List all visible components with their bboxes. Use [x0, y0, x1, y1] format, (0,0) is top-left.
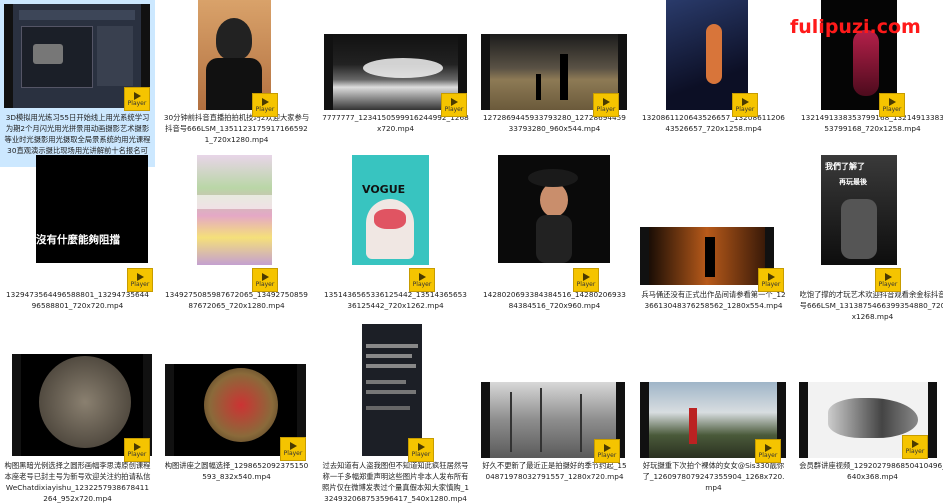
- file-item[interactable]: Player 兵马俑还没有正式出作品间请参看第一个_12366130483762…: [636, 155, 791, 311]
- play-icon: Player: [252, 268, 278, 292]
- thumbnail[interactable]: Player: [477, 0, 632, 117]
- file-name: 1428020693384384516_1428020693384384516_…: [483, 290, 626, 310]
- file-name: 1349275085987672065_1349275085987672065_…: [165, 290, 308, 310]
- thumb-caption: VOGUE: [362, 183, 406, 196]
- file-item[interactable]: VOGUE Player 1351436565336125442_1351436…: [318, 155, 473, 311]
- play-icon: Player: [879, 93, 905, 117]
- play-icon: Player: [758, 268, 784, 292]
- thumbnail[interactable]: Player: [636, 348, 791, 463]
- watermark-text: fulipuzi.com: [790, 16, 921, 38]
- file-item[interactable]: Player 1272869445933793280_1272869445933…: [477, 0, 632, 134]
- thumbnail[interactable]: VOGUE Player: [318, 155, 473, 292]
- file-name: 1321491338353799168_1321491338353799168_…: [801, 113, 943, 133]
- file-item[interactable]: Player 好久不更新了最近正是拍摄好的季节约起_15048719780327…: [477, 348, 632, 482]
- file-name: 1351436565336125442_1351436565336125442_…: [324, 290, 467, 310]
- thumbnail[interactable]: Player: [159, 348, 314, 461]
- thumbnail[interactable]: Player: [636, 0, 791, 117]
- file-item[interactable]: 沒有什麼能夠阻擋 Player 1329473564496588801_1329…: [0, 155, 155, 311]
- play-icon: Player: [441, 93, 467, 117]
- play-icon: Player: [408, 438, 434, 462]
- file-name: 1320861120643526657_1320861120643526657_…: [642, 113, 785, 133]
- file-item[interactable]: Player 1349275085987672065_1349275085987…: [159, 155, 314, 311]
- thumb-caption: 我們了解了: [825, 162, 865, 171]
- thumbnail[interactable]: Player: [636, 155, 791, 292]
- play-icon: Player: [875, 268, 901, 292]
- thumbnail[interactable]: Player: [159, 155, 314, 292]
- file-name: 好玩摄重下次拍个裸体的女女@Sis330靓你了_1260978079247355…: [642, 461, 785, 492]
- file-name: 过去知道有人盗我图但不知道知此疯狂居然号称一千多幅郑重声明这些图片非本人发布所有…: [322, 461, 469, 503]
- thumb-caption: 沒有什麼能夠阻擋: [36, 234, 120, 246]
- thumbnail[interactable]: Player: [0, 348, 155, 462]
- thumbnail[interactable]: Player: [477, 348, 632, 463]
- play-icon: Player: [732, 93, 758, 117]
- thumb-caption: 再玩最後: [839, 178, 867, 186]
- thumbnail[interactable]: 沒有什麼能夠阻擋 Player: [0, 155, 155, 292]
- file-item[interactable]: Player 1428020693384384516_1428020693384…: [477, 155, 632, 311]
- play-icon: Player: [280, 437, 306, 461]
- play-icon: Player: [127, 268, 153, 292]
- file-item[interactable]: Player 好玩摄重下次拍个裸体的女女@Sis330靓你了_126097807…: [636, 348, 791, 493]
- file-item[interactable]: Player 构图讲座之圆幅选择_1298652092375150593_832…: [159, 348, 314, 482]
- play-icon: Player: [594, 439, 620, 463]
- play-icon: Player: [409, 268, 435, 292]
- file-item[interactable]: Player 会员群讲座视频_1292027986850410496_640x3…: [795, 348, 943, 482]
- file-item[interactable]: Player 30分钟前抖音直播拍拍机技巧2欢迎大家参与抖音号666LSM_13…: [159, 0, 314, 145]
- play-icon: Player: [124, 438, 150, 462]
- thumbnail[interactable]: Player: [477, 155, 632, 292]
- file-name: 构图黑暗光例选择之圆形画幅李思涛原创课程本座老号已封主号为新号欢迎关注约拍请私信…: [4, 461, 151, 503]
- file-name: 30分钟前抖音直播拍拍机技巧2欢迎大家参与抖音号666LSM_135112317…: [163, 113, 310, 144]
- file-item[interactable]: 我們了解了 再玩最後 Player 吃饱了撑的才玩艺术欢迎抖音观看余金标抖音号6…: [795, 155, 943, 322]
- file-item[interactable]: Player 7777777_1234150599916244992_1268x…: [318, 0, 473, 134]
- file-item[interactable]: Player 构图黑暗光例选择之圆形画幅李思涛原创课程本座老号已封主号为新号欢迎…: [0, 348, 155, 504]
- thumbnail[interactable]: Player: [318, 0, 473, 117]
- file-name: 构图讲座之圆幅选择_1298652092375150593_832x540.mp…: [164, 461, 309, 481]
- play-icon: Player: [902, 435, 928, 459]
- play-icon: Player: [124, 87, 150, 111]
- play-icon: Player: [593, 93, 619, 117]
- thumbnail[interactable]: Player: [159, 0, 314, 117]
- file-item[interactable]: Player 1320861120643526657_1320861120643…: [636, 0, 791, 134]
- file-item[interactable]: Player 过去知道有人盗我图但不知道知此疯狂居然号称一千多幅郑重声明这些图片…: [318, 324, 473, 504]
- file-item[interactable]: Player 3D模拟用光练习55日开始线上用光系统学习为期2个月闪光用光拼景用…: [0, 0, 155, 167]
- play-icon: Player: [755, 439, 781, 463]
- thumbnail[interactable]: 我們了解了 再玩最後 Player: [795, 155, 943, 292]
- play-icon: Player: [573, 268, 599, 292]
- thumbnail[interactable]: Player: [318, 324, 473, 462]
- play-icon: Player: [252, 93, 278, 117]
- thumbnail[interactable]: Player: [795, 348, 943, 459]
- file-name: 吃饱了撑的才玩艺术欢迎抖音观看余金标抖音号666LSM_131387546639…: [799, 290, 943, 321]
- file-name: 会员群讲座视频_1292027986850410496_640x368.mp4: [799, 461, 943, 481]
- thumbnail[interactable]: Player: [0, 0, 155, 111]
